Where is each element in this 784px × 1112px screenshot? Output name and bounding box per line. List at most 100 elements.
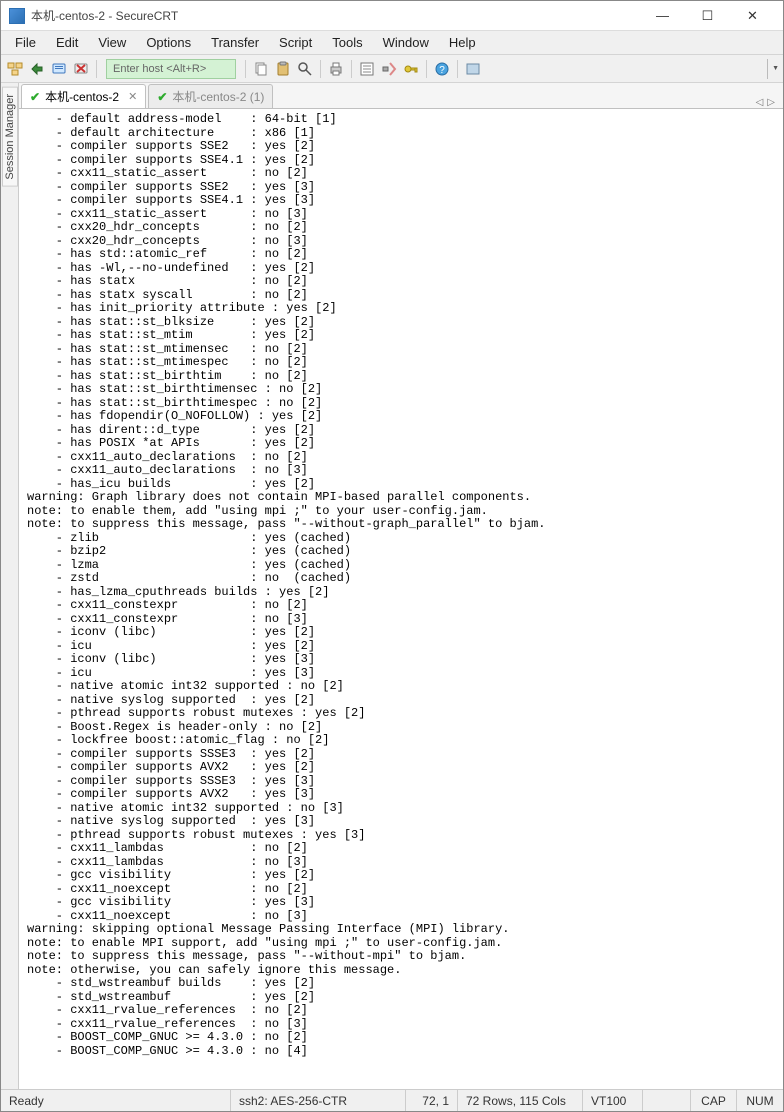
tab-active[interactable]: ✔ 本机-centos-2 ✕ (21, 84, 146, 108)
terminal-line: - Boost.Regex is header-only : no [2] (27, 721, 777, 735)
print-icon[interactable] (326, 59, 346, 79)
terminal-line: - cxx20_hdr_concepts : no [2] (27, 221, 777, 235)
tab-label: 本机-centos-2 (45, 88, 119, 105)
svg-text:?: ? (439, 65, 445, 76)
status-emulation: VT100 (583, 1090, 643, 1111)
status-spacer (643, 1090, 691, 1111)
options-icon[interactable] (379, 59, 399, 79)
maximize-button[interactable]: ☐ (685, 2, 730, 30)
terminal-line: - BOOST_COMP_GNUC >= 4.3.0 : no [2] (27, 1031, 777, 1045)
toolbar-separator (245, 60, 246, 78)
terminal-line: - has init_priority attribute : yes [2] (27, 302, 777, 316)
title-bar: 本机-centos-2 - SecureCRT — ☐ ✕ (1, 1, 783, 31)
connect-icon[interactable] (49, 59, 69, 79)
menu-options[interactable]: Options (136, 31, 201, 54)
paste-icon[interactable] (273, 59, 293, 79)
tab-nav: ◁ ▷ (756, 97, 781, 108)
menu-script[interactable]: Script (269, 31, 322, 54)
terminal-line: - std_wstreambuf builds : yes [2] (27, 977, 777, 991)
status-size: 72 Rows, 115 Cols (458, 1090, 583, 1111)
terminal-line: - has -Wl,--no-undefined : yes [2] (27, 262, 777, 276)
menu-tools[interactable]: Tools (322, 31, 372, 54)
check-icon: ✔ (30, 90, 40, 104)
sidebar: Session Manager (1, 83, 19, 1089)
terminal-line: - default address-model : 64-bit [1] (27, 113, 777, 127)
menu-window[interactable]: Window (373, 31, 439, 54)
host-input[interactable]: Enter host <Alt+R> (106, 59, 236, 79)
terminal-line: - cxx11_rvalue_references : no [3] (27, 1018, 777, 1032)
menu-bar: File Edit View Options Transfer Script T… (1, 31, 783, 55)
session-tabs: ✔ 本机-centos-2 ✕ ✔ 本机-centos-2 (1) ◁ ▷ (19, 83, 783, 109)
toolbar-separator (96, 60, 97, 78)
terminal-line: - cxx11_lambdas : no [3] (27, 856, 777, 870)
check-icon: ✔ (157, 90, 167, 104)
terminal-line: - has std::atomic_ref : no [2] (27, 248, 777, 262)
window-title: 本机-centos-2 - SecureCRT (31, 7, 640, 24)
terminal-line: - has POSIX *at APIs : yes [2] (27, 437, 777, 451)
command-window-icon[interactable] (463, 59, 483, 79)
session-manager-tab[interactable]: Session Manager (2, 87, 18, 187)
terminal-line: note: otherwise, you can safely ignore t… (27, 964, 777, 978)
tab-next-icon[interactable]: ▷ (767, 97, 775, 108)
terminal-line: - has stat::st_blksize : yes [2] (27, 316, 777, 330)
tab-label: 本机-centos-2 (1) (172, 88, 264, 105)
quick-connect-icon[interactable] (27, 59, 47, 79)
terminal-line: - zstd : no (cached) (27, 572, 777, 586)
find-icon[interactable] (295, 59, 315, 79)
terminal-line: - lockfree boost::atomic_flag : no [2] (27, 734, 777, 748)
status-cap: CAP (691, 1090, 737, 1111)
menu-edit[interactable]: Edit (46, 31, 88, 54)
key-icon[interactable] (401, 59, 421, 79)
terminal-line: - cxx11_noexcept : no [2] (27, 883, 777, 897)
tab-close-icon[interactable]: ✕ (128, 90, 137, 103)
terminal-line: - has stat::st_mtimespec : no [2] (27, 356, 777, 370)
terminal-line: - native syslog supported : yes [3] (27, 815, 777, 829)
terminal-line: note: to suppress this message, pass "--… (27, 518, 777, 532)
main-area: Session Manager ✔ 本机-centos-2 ✕ ✔ 本机-cen… (1, 83, 783, 1089)
toolbar-separator (457, 60, 458, 78)
status-num: NUM (737, 1090, 783, 1111)
terminal-line: warning: Graph library does not contain … (27, 491, 777, 505)
session-manager-icon[interactable] (5, 59, 25, 79)
help-icon[interactable]: ? (432, 59, 452, 79)
menu-help[interactable]: Help (439, 31, 486, 54)
properties-icon[interactable] (357, 59, 377, 79)
terminal-line: - compiler supports SSE2 : yes [2] (27, 140, 777, 154)
menu-transfer[interactable]: Transfer (201, 31, 269, 54)
terminal-line: - gcc visibility : yes [3] (27, 896, 777, 910)
terminal-line: - has stat::st_birthtim : no [2] (27, 370, 777, 384)
terminal-line: - iconv (libc) : yes [3] (27, 653, 777, 667)
terminal-line: - zlib : yes (cached) (27, 532, 777, 546)
terminal-line: - gcc visibility : yes [2] (27, 869, 777, 883)
menu-view[interactable]: View (88, 31, 136, 54)
terminal-line: - cxx11_rvalue_references : no [2] (27, 1004, 777, 1018)
status-bar: Ready ssh2: AES-256-CTR 72, 1 72 Rows, 1… (1, 1089, 783, 1111)
terminal-line: - has_icu builds : yes [2] (27, 478, 777, 492)
status-ready: Ready (1, 1090, 231, 1111)
terminal-output[interactable]: - default address-model : 64-bit [1] - d… (19, 109, 783, 1089)
tab-prev-icon[interactable]: ◁ (756, 97, 764, 108)
window-controls: — ☐ ✕ (640, 2, 775, 30)
toolbar-overflow-icon[interactable]: ▼ (767, 59, 779, 79)
terminal-line: - cxx11_lambdas : no [2] (27, 842, 777, 856)
terminal-line: - native atomic int32 supported : no [2] (27, 680, 777, 694)
terminal-line: - compiler supports AVX2 : yes [2] (27, 761, 777, 775)
copy-icon[interactable] (251, 59, 271, 79)
terminal-line: warning: skipping optional Message Passi… (27, 923, 777, 937)
terminal-line: - has dirent::d_type : yes [2] (27, 424, 777, 438)
close-button[interactable]: ✕ (730, 2, 775, 30)
toolbar: Enter host <Alt+R> ? ▼ (1, 55, 783, 83)
tab-inactive[interactable]: ✔ 本机-centos-2 (1) (148, 84, 273, 108)
terminal-line: - cxx11_static_assert : no [2] (27, 167, 777, 181)
terminal-line: note: to enable them, add "using mpi ;" … (27, 505, 777, 519)
terminal-line: - compiler supports SSE4.1 : yes [2] (27, 154, 777, 168)
terminal-line: - cxx11_auto_declarations : no [2] (27, 451, 777, 465)
content-area: ✔ 本机-centos-2 ✕ ✔ 本机-centos-2 (1) ◁ ▷ - … (19, 83, 783, 1089)
terminal-line: - compiler supports SSE4.1 : yes [3] (27, 194, 777, 208)
minimize-button[interactable]: — (640, 2, 685, 30)
terminal-line: - pthread supports robust mutexes : yes … (27, 829, 777, 843)
disconnect-icon[interactable] (71, 59, 91, 79)
toolbar-separator (426, 60, 427, 78)
menu-file[interactable]: File (5, 31, 46, 54)
terminal-line: - has stat::st_mtim : yes [2] (27, 329, 777, 343)
